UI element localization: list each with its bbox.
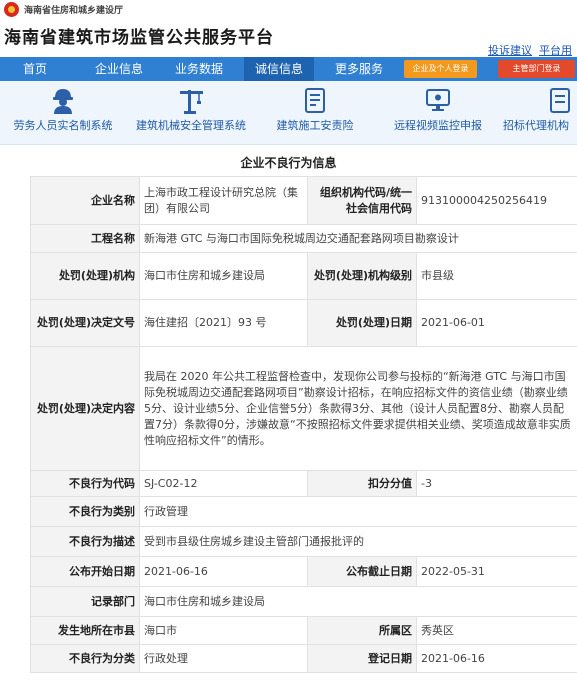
table-row: 不良行为描述 受到市县级住房城乡建设主管部门通报批评的	[30, 526, 577, 557]
behavior-description: 受到市县级住房城乡建设主管部门通报批评的	[139, 526, 577, 557]
field-label: 所属区	[307, 616, 417, 645]
field-label: 发生地所在市县	[30, 616, 140, 645]
section-title: 企业不良行为信息	[240, 156, 337, 170]
company-name: 上海市政工程设计研究总院（集团）有限公司	[139, 176, 308, 225]
decision-number: 海住建招〔2021〕93 号	[139, 299, 308, 347]
enterprise-login-button[interactable]: 企业及个人登录	[404, 60, 477, 78]
table-row: 发生地所在市县 海口市 所属区 秀英区	[30, 616, 577, 645]
platform-link[interactable]: 平台用	[539, 44, 572, 57]
table-row: 记录部门 海口市住房和城乡建设局	[30, 586, 577, 617]
table-row: 不良行为代码 SJ-C02-12 扣分分值 -3	[30, 470, 577, 497]
field-label: 处罚(处理)机构级别	[307, 252, 417, 300]
nav-business-data[interactable]: 业务数据	[164, 57, 234, 81]
record-department: 海口市住房和城乡建设局	[139, 586, 577, 617]
system-safety-insurance[interactable]: 建筑施工安责险	[265, 81, 365, 145]
system-label: 招标代理机构	[503, 119, 569, 132]
behavior-code: SJ-C02-12	[139, 470, 308, 497]
system-worker-realname[interactable]: 劳务人员实名制系统	[4, 81, 122, 145]
table-row: 不良行为类别 行政管理	[30, 496, 577, 527]
field-label: 公布截止日期	[307, 556, 417, 587]
site-header: 海南省住房和城乡建设厅 海南省建筑市场监管公共服务平台 投诉建议 平台用	[0, 0, 577, 58]
table-row: 处罚(处理)决定内容 我局在 2020 年公共工程监督检查中，发现你公司参与投标…	[30, 346, 577, 471]
system-machinery-safety[interactable]: 建筑机械安全管理系统	[128, 81, 254, 145]
field-label: 工程名称	[30, 224, 140, 253]
field-label: 不良行为分类	[30, 644, 140, 673]
field-label: 企业名称	[30, 176, 140, 225]
table-row: 企业名称 上海市政工程设计研究总院（集团）有限公司 组织机构代码/统一社会信用代…	[30, 176, 577, 225]
deduction-score: -3	[416, 470, 577, 497]
district: 秀英区	[416, 616, 577, 645]
org-code: 913100004250256419	[416, 176, 577, 225]
field-label: 不良行为代码	[30, 470, 140, 497]
table-row: 处罚(处理)决定文号 海住建招〔2021〕93 号 处罚(处理)日期 2021-…	[30, 299, 577, 347]
system-bidding-agency[interactable]: 招标代理机构	[500, 81, 577, 145]
main-nav: 首页 企业信息 业务数据 诚信信息 更多服务 企业及个人登录 主管部门登录	[0, 57, 577, 81]
field-label: 不良行为类别	[30, 496, 140, 527]
field-label: 组织机构代码/统一社会信用代码	[307, 176, 417, 225]
tower-crane-icon	[180, 90, 203, 114]
system-label: 建筑施工安责险	[276, 119, 354, 132]
system-label: 远程视频监控申报	[394, 119, 482, 132]
field-label: 记录部门	[30, 586, 140, 617]
behavior-classification: 行政处理	[139, 644, 308, 673]
nav-more-services[interactable]: 更多服务	[324, 57, 394, 81]
field-label: 处罚(处理)决定内容	[30, 346, 140, 471]
system-label: 劳务人员实名制系统	[13, 119, 113, 132]
behavior-category: 行政管理	[139, 496, 577, 527]
field-label: 公布开始日期	[30, 556, 140, 587]
system-label: 建筑机械安全管理系统	[136, 119, 246, 132]
publish-start-date: 2021-06-16	[139, 556, 308, 587]
table-row: 不良行为分类 行政处理 登记日期 2021-06-16	[30, 644, 577, 673]
national-emblem-icon	[4, 2, 19, 17]
field-label: 不良行为描述	[30, 526, 140, 557]
nav-enterprise-info[interactable]: 企业信息	[84, 57, 154, 81]
bad-behavior-table: 企业名称 上海市政工程设计研究总院（集团）有限公司 组织机构代码/统一社会信用代…	[30, 176, 577, 673]
field-label: 处罚(处理)机构	[30, 252, 140, 300]
dept-login-button[interactable]: 主管部门登录	[498, 60, 575, 78]
decision-content: 我局在 2020 年公共工程监督检查中，发现你公司参与投标的“新海港 GTC 与…	[139, 346, 577, 471]
system-video-monitor[interactable]: 远程视频监控申报	[386, 81, 490, 145]
department-name: 海南省住房和城乡建设厅	[24, 6, 124, 16]
table-row: 公布开始日期 2021-06-16 公布截止日期 2022-05-31	[30, 556, 577, 587]
bidding-document-icon	[550, 88, 570, 113]
nav-home[interactable]: 首页	[4, 57, 66, 81]
table-row: 处罚(处理)机构 海口市住房和城乡建设局 处罚(处理)机构级别 市县级	[30, 252, 577, 300]
authority-level: 市县级	[416, 252, 577, 300]
header-links: 投诉建议 平台用	[488, 42, 577, 58]
field-label: 扣分分值	[307, 470, 417, 497]
field-label: 登记日期	[307, 644, 417, 673]
field-label: 处罚(处理)日期	[307, 299, 417, 347]
table-row: 工程名称 新海港 GTC 与海口市国际免税城周边交通配套路网项目勘察设计	[30, 224, 577, 253]
complaint-link[interactable]: 投诉建议	[488, 44, 532, 57]
authority: 海口市住房和城乡建设局	[139, 252, 308, 300]
field-label: 处罚(处理)决定文号	[30, 299, 140, 347]
city: 海口市	[139, 616, 308, 645]
nav-credit-info[interactable]: 诚信信息	[244, 57, 314, 81]
video-monitor-icon	[426, 89, 450, 111]
project-name: 新海港 GTC 与海口市国际免税城周边交通配套路网项目勘察设计	[139, 224, 577, 253]
systems-bar: 劳务人员实名制系统 建筑机械安全管理系统 建筑施工安责险 远程视频监控申报 招标…	[0, 81, 577, 145]
register-date: 2021-06-16	[416, 644, 577, 673]
worker-helmet-icon	[53, 89, 73, 114]
decision-date: 2021-06-01	[416, 299, 577, 347]
publish-end-date: 2022-05-31	[416, 556, 577, 587]
site-title: 海南省建筑市场监管公共服务平台	[4, 28, 274, 48]
insurance-document-icon	[305, 88, 325, 113]
